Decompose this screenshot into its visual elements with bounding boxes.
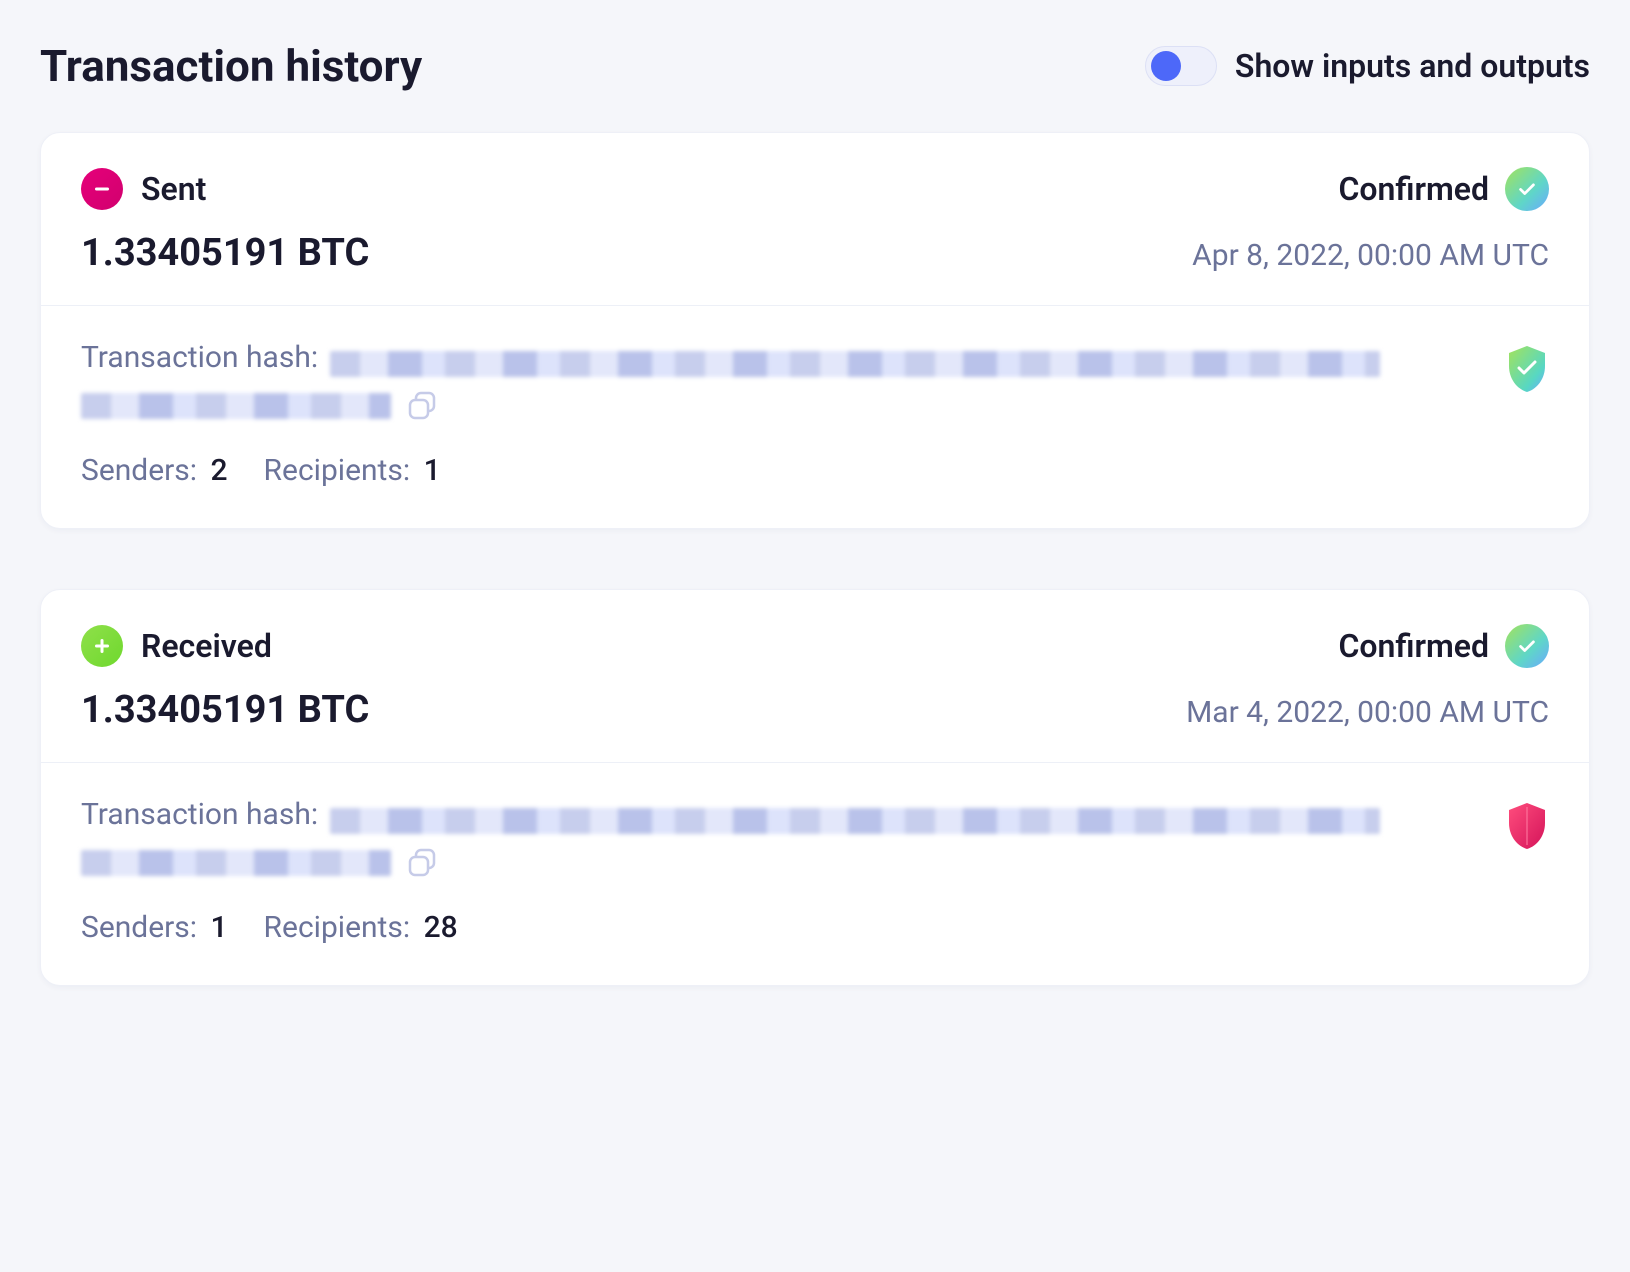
hash-value-redacted: [330, 351, 1380, 377]
hash-label: Transaction hash:: [81, 340, 318, 375]
recipients-count: Recipients: 28: [264, 910, 458, 945]
recipients-count: Recipients: 1: [264, 453, 441, 488]
plus-icon: [81, 625, 123, 667]
hash-value-redacted-2: [81, 393, 391, 419]
direction-label: Received: [141, 627, 272, 665]
copy-icon[interactable]: [405, 389, 439, 423]
shield-alert-icon: [1505, 801, 1549, 851]
transaction-card: Sent Confirmed 1.33405191 BTC Apr 8, 202…: [40, 132, 1590, 529]
recipients-value: 28: [424, 910, 458, 945]
hash-value-redacted: [330, 808, 1380, 834]
senders-value: 1: [210, 910, 227, 945]
check-circle-icon: [1505, 624, 1549, 668]
page-title: Transaction history: [40, 40, 422, 92]
amount: 1.33405191 BTC: [81, 231, 369, 275]
status-text: Confirmed: [1338, 627, 1489, 665]
toggle-label: Show inputs and outputs: [1235, 47, 1590, 85]
senders-label: Senders:: [81, 453, 197, 488]
header: Transaction history Show inputs and outp…: [40, 40, 1590, 92]
toggle-knob: [1151, 51, 1181, 81]
card-top: Received Confirmed 1.33405191 BTC Mar 4,…: [41, 590, 1589, 762]
status-text: Confirmed: [1338, 170, 1489, 208]
hash-label: Transaction hash:: [81, 797, 318, 832]
timestamp: Mar 4, 2022, 00:00 AM UTC: [1186, 695, 1549, 730]
toggle-group: Show inputs and outputs: [1145, 46, 1590, 86]
shield-verified-icon: [1505, 344, 1549, 394]
minus-icon: [81, 168, 123, 210]
senders-count: Senders: 2: [81, 453, 228, 488]
transaction-card: Received Confirmed 1.33405191 BTC Mar 4,…: [40, 589, 1590, 986]
hash-value-redacted-2: [81, 850, 391, 876]
timestamp: Apr 8, 2022, 00:00 AM UTC: [1192, 238, 1549, 273]
card-bottom: Transaction hash:: [41, 305, 1589, 528]
check-circle-icon: [1505, 167, 1549, 211]
recipients-label: Recipients:: [264, 910, 411, 945]
senders-label: Senders:: [81, 910, 197, 945]
toggle-inputs-outputs[interactable]: [1145, 46, 1217, 86]
amount: 1.33405191 BTC: [81, 688, 369, 732]
senders-value: 2: [210, 453, 227, 488]
copy-icon[interactable]: [405, 846, 439, 880]
card-bottom: Transaction hash:: [41, 762, 1589, 985]
senders-count: Senders: 1: [81, 910, 228, 945]
recipients-label: Recipients:: [264, 453, 411, 488]
direction-label: Sent: [141, 170, 206, 208]
recipients-value: 1: [424, 453, 441, 488]
card-top: Sent Confirmed 1.33405191 BTC Apr 8, 202…: [41, 133, 1589, 305]
